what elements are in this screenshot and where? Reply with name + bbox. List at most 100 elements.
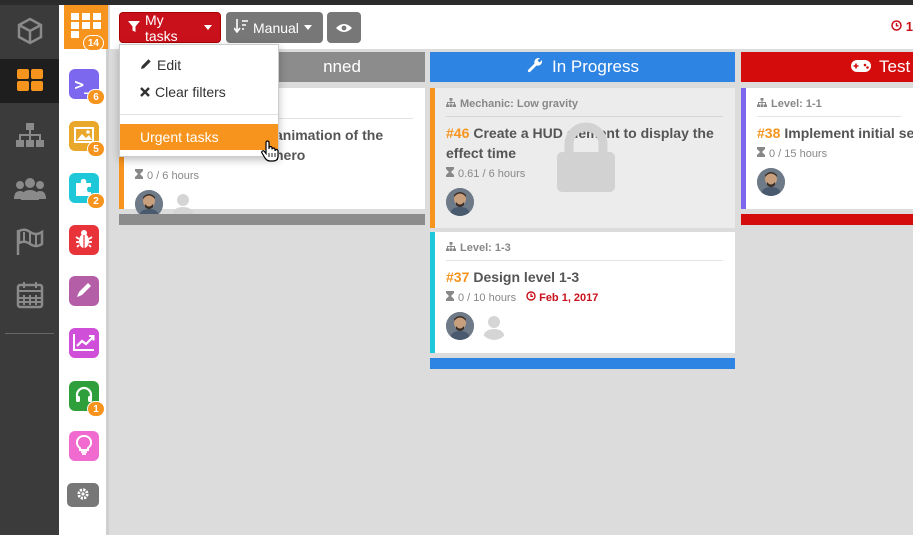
app-kanban[interactable]: 14 xyxy=(64,5,108,51)
card-context: Level: 1-1 xyxy=(757,98,901,117)
app-art-badge: 5 xyxy=(87,141,105,157)
app-settings[interactable] xyxy=(67,483,99,507)
gamepad-icon xyxy=(851,57,871,77)
card-context-label: Mechanic: Low gravity xyxy=(460,98,578,110)
flags-icon xyxy=(15,227,45,259)
card-id: #46 xyxy=(446,125,470,141)
menu-item-clear-filters[interactable]: Clear filters xyxy=(120,79,278,105)
hierarchy-icon xyxy=(15,122,45,151)
filter-icon xyxy=(128,20,140,36)
bug-icon xyxy=(75,229,93,252)
cube-icon xyxy=(16,17,44,48)
task-card[interactable]: Level: 1-3 #37 Design level 1-3 0 / 10 ho… xyxy=(430,232,735,353)
sort-icon xyxy=(233,19,248,36)
pencil-icon xyxy=(75,281,93,302)
lock-icon xyxy=(555,122,617,197)
eye-icon xyxy=(336,20,352,36)
app-support-badge: 1 xyxy=(87,401,105,417)
clock-icon xyxy=(891,19,902,34)
sort-button[interactable]: Manual xyxy=(226,12,323,43)
app-scripts-badge: 6 xyxy=(87,89,105,105)
close-icon xyxy=(140,84,150,100)
card-hours: 0.61 / 6 hours xyxy=(458,167,526,180)
menu-item-label: Edit xyxy=(157,57,182,73)
time-indicator[interactable]: 1 xyxy=(891,19,913,34)
column-header-in-progress[interactable]: In Progress xyxy=(430,52,735,82)
nav-item-projects[interactable] xyxy=(0,10,59,54)
nav-item-hierarchy[interactable] xyxy=(0,114,59,158)
column-title: Test xyxy=(879,57,911,76)
app-bugs[interactable] xyxy=(69,225,99,255)
column-title: In Progress xyxy=(552,57,639,76)
time-indicator-value: 1 xyxy=(905,19,913,34)
nav-item-calendar[interactable] xyxy=(0,274,59,318)
nav-item-milestones[interactable] xyxy=(0,221,59,265)
lightbulb-icon xyxy=(75,434,93,458)
hourglass-icon xyxy=(446,291,454,304)
card-context: Mechanic: Low gravity xyxy=(446,98,723,117)
hand-cursor-icon xyxy=(261,140,279,165)
my-tasks-dropdown-menu: Edit Clear filters Urgent tasks xyxy=(119,44,279,162)
avatar[interactable] xyxy=(446,312,474,340)
app-analytics[interactable] xyxy=(69,328,99,358)
card-hours: 0 / 10 hours xyxy=(458,291,517,304)
column-footer-planned xyxy=(119,214,425,225)
grid-icon xyxy=(16,68,44,95)
nav-item-board[interactable] xyxy=(0,59,59,103)
main-navigation xyxy=(0,5,59,535)
wrench-icon xyxy=(526,56,544,79)
card-meta: 0 / 10 hours Feb 1, 2017 xyxy=(446,291,723,304)
visibility-button[interactable] xyxy=(327,12,361,43)
hourglass-icon xyxy=(135,169,143,182)
nav-item-team[interactable] xyxy=(0,167,59,211)
app-ideas[interactable] xyxy=(69,431,99,461)
card-context: Level: 1-3 xyxy=(446,242,723,261)
users-icon xyxy=(13,175,46,204)
card-context-label: Level: 1-3 xyxy=(460,242,511,254)
menu-item-label: Urgent tasks xyxy=(140,129,219,145)
app-design-badge: 2 xyxy=(87,193,105,209)
app-art[interactable]: 5 xyxy=(69,121,105,157)
board-toolbar: My tasks Manual 1 xyxy=(110,5,913,49)
pencil-icon xyxy=(140,57,152,73)
card-title-text: Design level 1-3 xyxy=(473,269,580,285)
menu-item-label: Clear filters xyxy=(155,84,226,100)
app-design[interactable]: 2 xyxy=(69,173,105,209)
unassigned-avatar[interactable] xyxy=(480,312,508,340)
hourglass-icon xyxy=(757,147,765,160)
due-date: Feb 1, 2017 xyxy=(526,291,598,304)
app-writing[interactable] xyxy=(69,276,99,306)
task-card[interactable]: Level: 1-1 #38Implement initial sequ 0 /… xyxy=(741,88,913,209)
nav-divider xyxy=(5,333,54,334)
card-hours: 0 / 15 hours xyxy=(769,147,828,160)
app-kanban-badge: 14 xyxy=(82,35,104,51)
hourglass-icon xyxy=(446,167,454,180)
column-footer-test xyxy=(741,214,913,225)
chevron-down-icon xyxy=(204,25,212,30)
my-tasks-filter-button[interactable]: My tasks xyxy=(119,12,221,44)
avatar[interactable] xyxy=(446,188,474,216)
card-context-label: Level: 1-1 xyxy=(771,98,822,110)
app-bar: 14 >_ 6 5 2 1 xyxy=(59,5,109,535)
card-assignees xyxy=(446,312,723,340)
chart-icon xyxy=(73,333,95,354)
card-id: #38 xyxy=(757,125,781,141)
column-title: nned xyxy=(323,57,361,76)
card-meta: 0 / 15 hours xyxy=(757,147,901,160)
hierarchy-icon xyxy=(757,98,767,110)
menu-item-edit[interactable]: Edit xyxy=(120,52,278,78)
avatar[interactable] xyxy=(757,168,785,196)
chevron-down-icon xyxy=(303,25,312,30)
sort-label: Manual xyxy=(253,19,299,36)
calendar-icon xyxy=(16,281,44,312)
clock-icon xyxy=(526,291,536,304)
column-footer-in-progress xyxy=(430,358,735,369)
menu-item-urgent-tasks[interactable]: Urgent tasks xyxy=(120,124,278,150)
card-hours: 0 / 6 hours xyxy=(147,169,199,182)
app-support[interactable]: 1 xyxy=(69,381,105,417)
menu-divider xyxy=(120,114,278,115)
column-header-test[interactable]: Test xyxy=(741,52,913,82)
app-scripts[interactable]: >_ 6 xyxy=(69,69,105,105)
card-id: #37 xyxy=(446,269,470,285)
card-meta: 0 / 6 hours xyxy=(135,169,413,182)
